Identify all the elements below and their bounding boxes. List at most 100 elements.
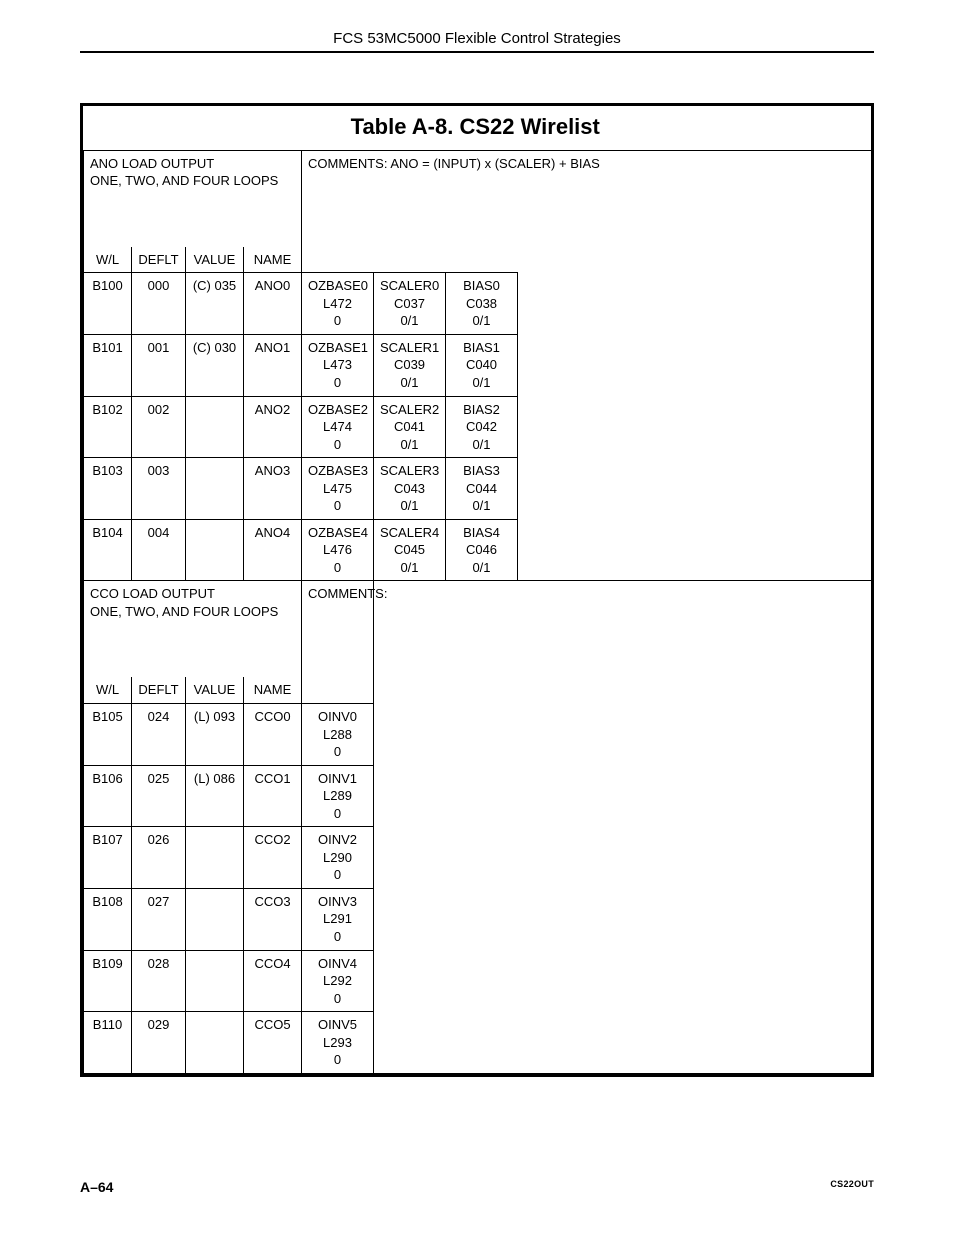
cell: BIAS2C0420/1 [446,396,518,458]
cell-blank [518,334,872,396]
cell: OINV3L2910 [302,888,374,950]
cell-blank [518,273,872,335]
section1-header-row: ANO LOAD OUTPUT ONE, TWO, AND FOUR LOOPS… [84,150,872,243]
cell: CCO0 [244,703,302,765]
cell: SCALER4C0450/1 [374,519,446,581]
cell: ANO3 [244,458,302,520]
table-row: B106025(L) 086CCO1OINV1L2890 [84,765,872,827]
cell: B101 [84,334,132,396]
cell: CCO2 [244,827,302,889]
cell [186,827,244,889]
col-value: VALUE [186,247,244,273]
cell: 026 [132,827,186,889]
table-title-row: Table A-8. CS22 Wirelist [84,106,872,150]
cell: B104 [84,519,132,581]
cell: OINV4L2920 [302,950,374,1012]
cell: (C) 030 [186,334,244,396]
cell: OZBASE0L4720 [302,273,374,335]
cell: 027 [132,888,186,950]
cell [186,1012,244,1074]
cell-blank [374,1012,872,1074]
col-blank [302,677,374,703]
col-blank [302,247,872,273]
cell: B102 [84,396,132,458]
cell-blank [374,765,872,827]
col-wl: W/L [84,677,132,703]
table-row: B108027CCO3OINV3L2910 [84,888,872,950]
page: FCS 53MC5000 Flexible Control Strategies… [0,0,954,1235]
section1-comments: COMMENTS: ANO = (INPUT) x (SCALER) + BIA… [302,150,872,243]
section1-name-cell: ANO LOAD OUTPUT ONE, TWO, AND FOUR LOOPS [84,150,302,247]
cell: BIAS0C0380/1 [446,273,518,335]
table-row: B102002ANO2OZBASE2L4740SCALER2C0410/1BIA… [84,396,872,458]
col-deflt: DEFLT [132,677,186,703]
cell-blank [374,703,872,765]
cell: ANO4 [244,519,302,581]
page-footer: A–64 CS22OUT [80,1179,874,1195]
cell: B105 [84,703,132,765]
wirelist-table-frame: Table A-8. CS22 Wirelist ANO LOAD OUTPUT… [80,103,874,1077]
cell [186,396,244,458]
cell: (L) 093 [186,703,244,765]
cell: SCALER1C0390/1 [374,334,446,396]
cell: OINV0L2880 [302,703,374,765]
cell-blank [518,396,872,458]
cell: BIAS1C0400/1 [446,334,518,396]
cell: ANO2 [244,396,302,458]
cell: CCO4 [244,950,302,1012]
col-deflt: DEFLT [132,247,186,273]
cell: B100 [84,273,132,335]
table-row: B104004 ANO4OZBASE4L4760SCALER4C0450/1BIA… [84,519,872,581]
cell: (C) 035 [186,273,244,335]
section1-col-headers: W/L DEFLT VALUE NAME [84,247,872,273]
section2-col-headers: W/L DEFLT VALUE NAME [84,677,872,703]
cell: 028 [132,950,186,1012]
cell: SCALER0C0370/1 [374,273,446,335]
section2-name-cell: CCO LOAD OUTPUT ONE, TWO, AND FOUR LOOPS [84,581,302,678]
cell: B106 [84,765,132,827]
wirelist-table: Table A-8. CS22 Wirelist ANO LOAD OUTPUT… [83,106,871,1074]
cell: B107 [84,827,132,889]
table-row: B109028 CCO4OINV4L2920 [84,950,872,1012]
page-header: FCS 53MC5000 Flexible Control Strategies [80,30,874,53]
cell: 000 [132,273,186,335]
cell: 004 [132,519,186,581]
section2-comments: COMMENTS: [302,581,374,670]
cell: BIAS4C0460/1 [446,519,518,581]
cell: OINV1L2890 [302,765,374,827]
table-row: B105024(L) 093CCO0OINV0L2880 [84,703,872,765]
cell: OINV5L2930 [302,1012,374,1074]
section2-header-row: CCO LOAD OUTPUT ONE, TWO, AND FOUR LOOPS… [84,581,872,670]
cell: SCALER3C0430/1 [374,458,446,520]
cell: ANO1 [244,334,302,396]
section2-name: CCO LOAD OUTPUT ONE, TWO, AND FOUR LOOPS [90,586,278,619]
cell: 024 [132,703,186,765]
cell: 002 [132,396,186,458]
table-row: B103003ANO3OZBASE3L4750SCALER3C0430/1BIA… [84,458,872,520]
cell: (L) 086 [186,765,244,827]
cell: OZBASE3L4750 [302,458,374,520]
col-name: NAME [244,677,302,703]
cell-blank [374,950,872,1012]
page-code: CS22OUT [830,1179,874,1189]
cell [186,888,244,950]
cell: OZBASE4L4760 [302,519,374,581]
col-wl: W/L [84,247,132,273]
cell: 029 [132,1012,186,1074]
table-row: B110029 CCO5OINV5L2930 [84,1012,872,1074]
page-number: A–64 [80,1179,113,1195]
col-value: VALUE [186,677,244,703]
table-row: B101001(C) 030ANO1OZBASE1L4730SCALER1C03… [84,334,872,396]
cell-blank [374,827,872,889]
cell: CCO5 [244,1012,302,1074]
col-name: NAME [244,247,302,273]
cell-blank [518,519,872,581]
cell: OINV2L2900 [302,827,374,889]
cell [186,519,244,581]
cell: BIAS3C0440/1 [446,458,518,520]
cell: B110 [84,1012,132,1074]
cell: OZBASE1L4730 [302,334,374,396]
cell: B109 [84,950,132,1012]
cell: ANO0 [244,273,302,335]
cell: CCO3 [244,888,302,950]
